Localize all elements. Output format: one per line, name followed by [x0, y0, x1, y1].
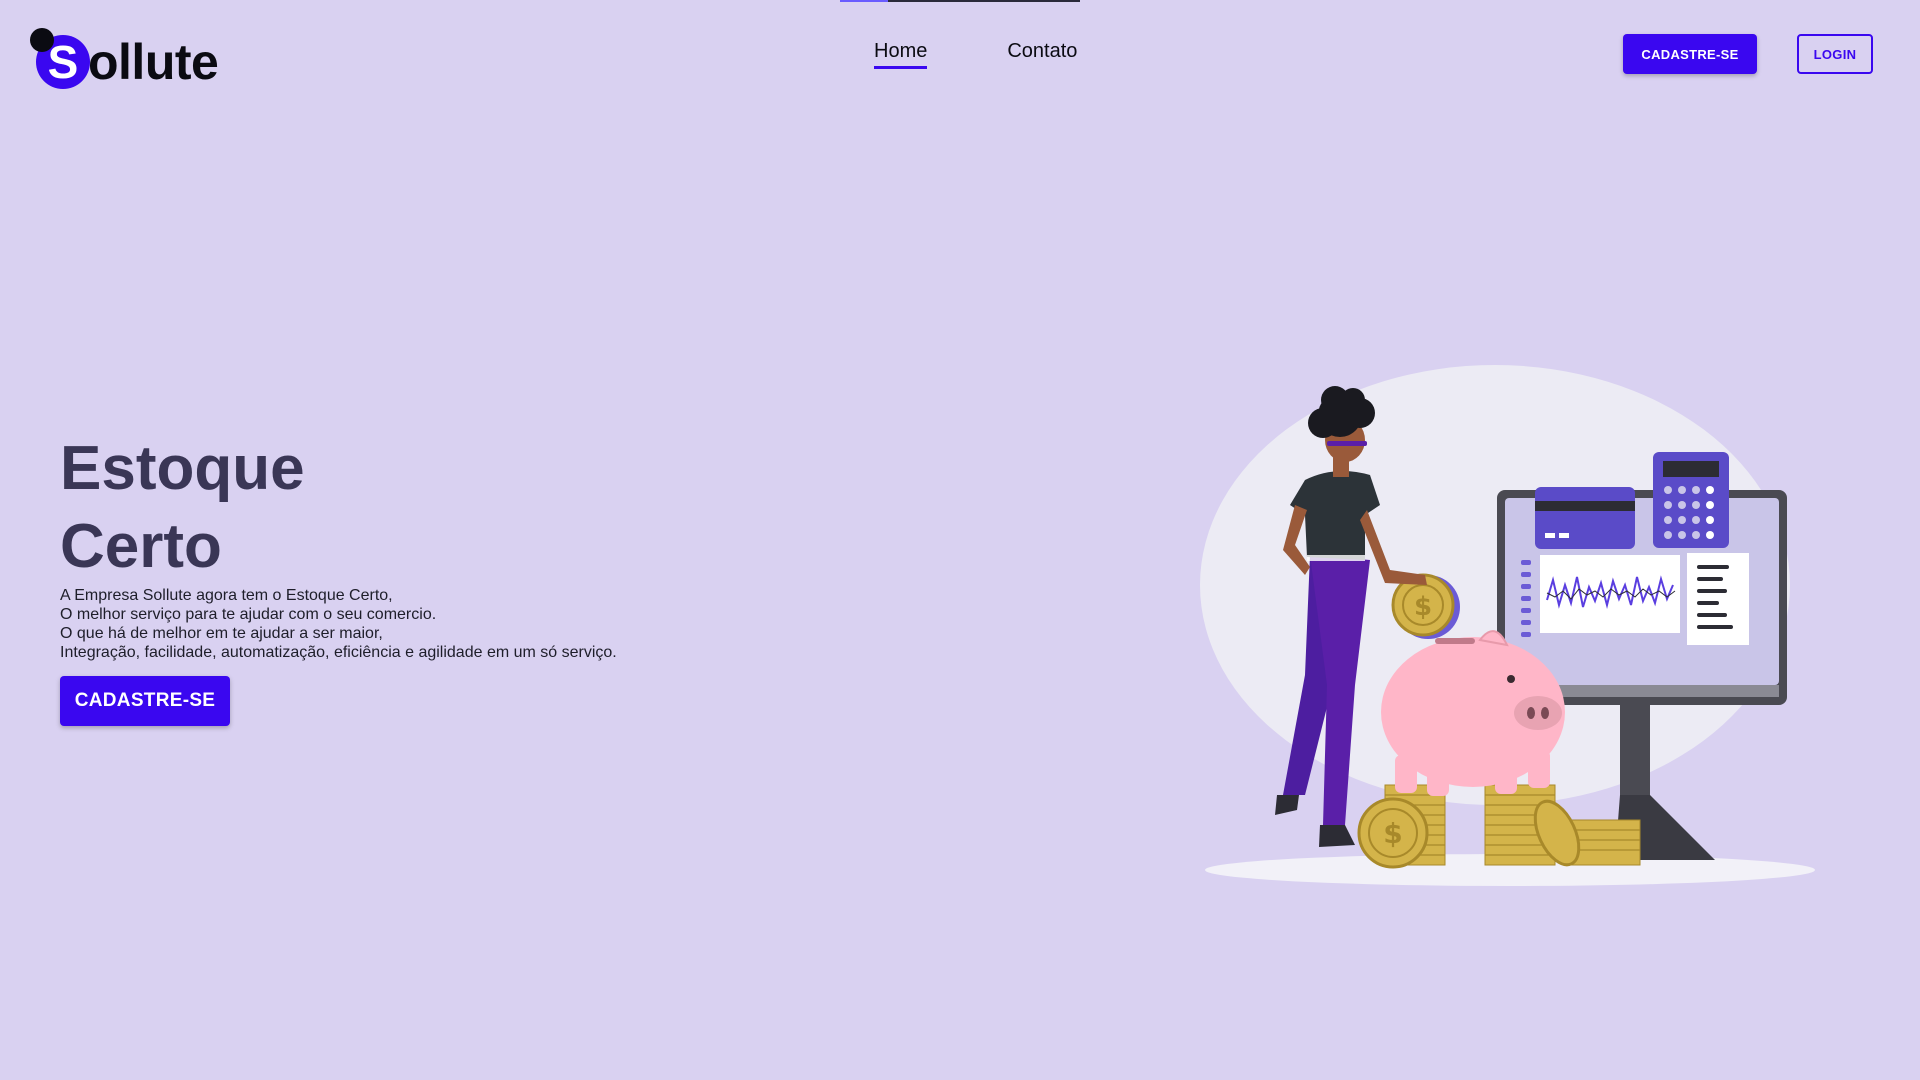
nav-contato-link[interactable]: Contato — [1007, 40, 1077, 67]
hero-title-line2: Certo — [60, 512, 222, 581]
hero-signup-button[interactable]: CADASTRE-SE — [60, 676, 230, 726]
hero-description-line: O melhor serviço para te ajudar com o se… — [60, 606, 437, 623]
svg-text:$: $ — [1414, 592, 1432, 622]
site-header: S ollute Home Contato CADASTRE-SE LOGIN — [0, 0, 1920, 110]
hero-description-line: Integração, facilidade, automatização, e… — [60, 644, 617, 661]
header-signup-button[interactable]: CADASTRE-SE — [1623, 34, 1757, 74]
svg-text:$: $ — [1383, 817, 1402, 850]
credit-card — [1535, 487, 1635, 549]
hero-description-line: A Empresa Sollute agora tem o Estoque Ce… — [60, 587, 393, 604]
calculator — [1653, 452, 1729, 548]
hero-description: A Empresa Sollute agora tem o Estoque Ce… — [60, 586, 760, 662]
hero-description-line: O que há de melhor em te ajudar a ser ma… — [60, 625, 383, 642]
hero-section: Estoque Certo A Empresa Sollute agora te… — [60, 430, 760, 726]
logo-dot — [30, 28, 54, 52]
finance-illustration: $ $ — [1200, 365, 1815, 886]
coin-stacks: $ — [1357, 784, 1641, 869]
nav-home-link[interactable]: Home — [874, 40, 928, 69]
sollute-logo[interactable]: S ollute — [28, 26, 219, 90]
hero-title-line1: Estoque — [60, 434, 305, 503]
hero-title: Estoque Certo — [60, 430, 760, 586]
main-nav: Home Contato — [874, 40, 1077, 69]
landing-page: S ollute Home Contato CADASTRE-SE LOGIN … — [0, 0, 1920, 1080]
logo-wordmark: ollute — [88, 34, 219, 90]
login-button[interactable]: LOGIN — [1797, 34, 1873, 74]
